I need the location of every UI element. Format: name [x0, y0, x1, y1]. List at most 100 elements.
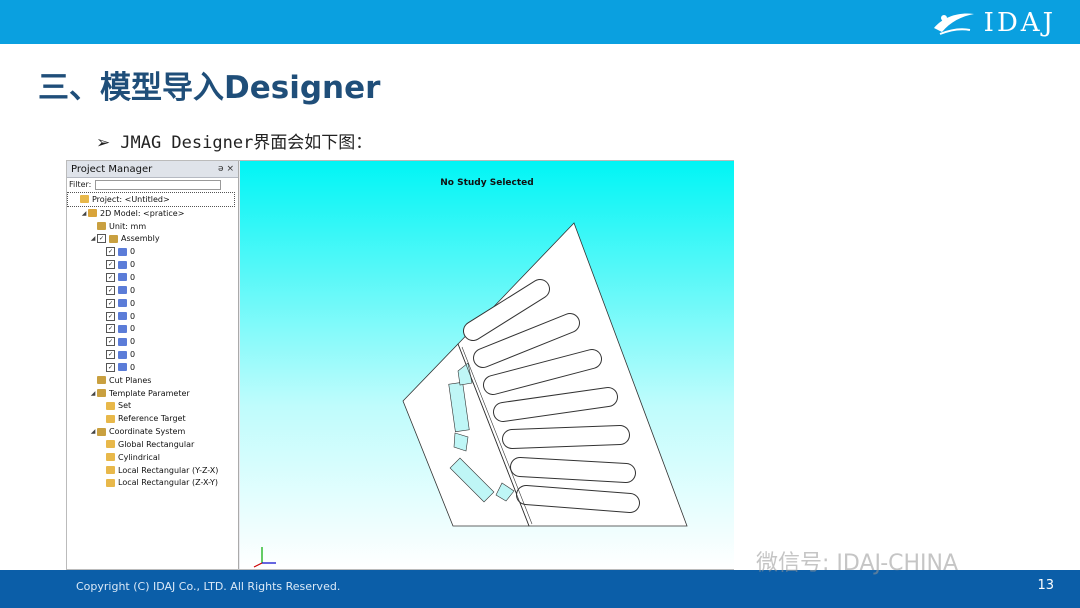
- motor-model-drawing: [253, 222, 688, 568]
- tree-item[interactable]: ◢ Coordinate System: [67, 425, 237, 438]
- expand-arrow-icon[interactable]: ◢: [80, 210, 88, 217]
- tree-item-label: 0: [130, 260, 136, 270]
- visibility-checkbox[interactable]: ✓: [106, 247, 115, 257]
- part-icon: [118, 312, 127, 321]
- tree-item[interactable]: Cylindrical: [67, 451, 237, 464]
- visibility-checkbox[interactable]: ✓: [106, 285, 115, 295]
- swoosh-icon: [933, 13, 974, 35]
- tree-item[interactable]: Reference Target: [67, 412, 237, 425]
- tree-item[interactable]: Set: [67, 400, 237, 413]
- tree-item-label: 0: [130, 337, 136, 347]
- tree-item-label: Cylindrical: [118, 452, 160, 462]
- top-banner: IDAJ: [0, 0, 1080, 44]
- tree-item-label: Coordinate System: [109, 427, 186, 437]
- tree-item[interactable]: ✓ 0: [67, 348, 237, 361]
- part-icon: [118, 324, 127, 333]
- visibility-checkbox[interactable]: ✓: [106, 324, 115, 334]
- visibility-checkbox[interactable]: ✓: [106, 272, 115, 282]
- folder-icon: [106, 414, 115, 423]
- tree-item-label: Project: <Untitled>: [92, 194, 170, 204]
- tree-item-label: 0: [130, 311, 136, 321]
- visibility-checkbox[interactable]: ✓: [106, 260, 115, 270]
- tree-item[interactable]: Project: <Untitled>: [67, 192, 235, 207]
- tree-item-label: Set: [118, 401, 132, 411]
- tree-item[interactable]: ◢ ✓ Assembly: [67, 233, 237, 246]
- folder-icon: [97, 427, 106, 436]
- visibility-checkbox[interactable]: ✓: [106, 311, 115, 321]
- tree-item[interactable]: Local Rectangular (Y-Z-X): [67, 464, 237, 477]
- expand-arrow-icon[interactable]: ◢: [89, 428, 97, 435]
- project-manager-header: Project Manager ə ×: [67, 161, 238, 178]
- folder-icon: [106, 478, 115, 487]
- panel-title: Project Manager: [71, 163, 153, 175]
- visibility-checkbox[interactable]: ✓: [106, 337, 115, 347]
- tree-item-label: Cut Planes: [109, 375, 152, 385]
- visibility-checkbox[interactable]: ✓: [106, 362, 115, 372]
- folder-icon: [97, 222, 106, 231]
- tree-item[interactable]: ✓ 0: [67, 297, 237, 310]
- tree-item[interactable]: ✓ 0: [67, 335, 237, 348]
- visibility-checkbox[interactable]: ✓: [106, 350, 115, 360]
- brand-name: IDAJ: [983, 8, 1056, 38]
- tree-item[interactable]: Unit: mm: [67, 220, 237, 233]
- tree-item[interactable]: ✓ 0: [67, 322, 237, 335]
- tree-item-label: 0: [130, 350, 136, 360]
- tree-item-label: 0: [130, 362, 136, 372]
- tree-item[interactable]: ✓ 0: [67, 271, 237, 284]
- copyright-text: Copyright (C) IDAJ Co., LTD. All Rights …: [76, 580, 341, 593]
- software-screenshot: Project Manager ə × Filter: Project: <Un…: [66, 160, 734, 570]
- visibility-checkbox[interactable]: ✓: [97, 234, 106, 244]
- part-icon: [118, 337, 127, 346]
- tree-item[interactable]: ✓ 0: [67, 310, 237, 323]
- tree-item[interactable]: Global Rectangular: [67, 438, 237, 451]
- tree-item-label: Global Rectangular: [118, 439, 195, 449]
- part-icon: [118, 247, 127, 256]
- tree-item-label: 2D Model: <pratice>: [100, 208, 185, 218]
- part-icon: [118, 363, 127, 372]
- folder-icon: [109, 234, 118, 243]
- stator-slot-fill: [517, 486, 639, 512]
- tree-item-label: 0: [130, 247, 136, 257]
- bullet-text: JMAG Designer界面会如下图：: [120, 133, 373, 153]
- tree-item-label: Local Rectangular (Y-Z-X): [118, 465, 219, 475]
- tree-item[interactable]: ◢ 2D Model: <pratice>: [67, 207, 237, 220]
- tree-item-label: Assembly: [121, 234, 160, 244]
- filter-label: Filter:: [69, 180, 92, 189]
- part-icon: [118, 350, 127, 359]
- folder-icon: [97, 389, 106, 398]
- part-icon: [118, 260, 127, 269]
- tree-item[interactable]: ✓ 0: [67, 258, 237, 271]
- model-viewport[interactable]: No Study Selected: [240, 161, 734, 569]
- expand-arrow-icon[interactable]: ◢: [89, 235, 97, 242]
- idaj-logo: IDAJ: [930, 6, 1056, 40]
- filter-input[interactable]: [95, 179, 222, 190]
- bullet-item: ➢ JMAG Designer界面会如下图：: [96, 128, 372, 153]
- tree-item-label: Template Parameter: [109, 388, 190, 398]
- project-tree: Project: <Untitled> ◢ 2D Model: <pratice> U…: [67, 192, 237, 489]
- tree-item[interactable]: ✓ 0: [67, 361, 237, 374]
- folder-icon: [106, 466, 115, 475]
- tree-item[interactable]: ◢ Template Parameter: [67, 387, 237, 400]
- tree-item[interactable]: Local Rectangular (Z-X-Y): [67, 477, 237, 490]
- folder-icon: [106, 453, 115, 462]
- visibility-checkbox[interactable]: ✓: [106, 298, 115, 308]
- stator-slot-fill: [511, 458, 635, 482]
- filter-row: Filter:: [67, 178, 238, 191]
- wechat-watermark: 微信号: IDAJ-CHINA: [756, 551, 959, 576]
- folder-icon: [106, 401, 115, 410]
- page-number: 13: [1037, 578, 1054, 593]
- tree-item-label: 0: [130, 285, 136, 295]
- tree-item[interactable]: Cut Planes: [67, 374, 237, 387]
- folder-icon: [80, 195, 89, 204]
- part-icon: [118, 299, 127, 308]
- part-icon: [118, 273, 127, 282]
- tree-item-label: 0: [130, 272, 136, 282]
- tree-item-label: 0: [130, 298, 136, 308]
- tree-item-label: 0: [130, 324, 136, 334]
- tree-item[interactable]: ✓ 0: [67, 284, 237, 297]
- folder-icon: [106, 440, 115, 449]
- tree-item-label: Unit: mm: [109, 221, 147, 231]
- expand-arrow-icon[interactable]: ◢: [89, 390, 97, 397]
- panel-controls[interactable]: ə ×: [218, 164, 234, 174]
- tree-item[interactable]: ✓ 0: [67, 245, 237, 258]
